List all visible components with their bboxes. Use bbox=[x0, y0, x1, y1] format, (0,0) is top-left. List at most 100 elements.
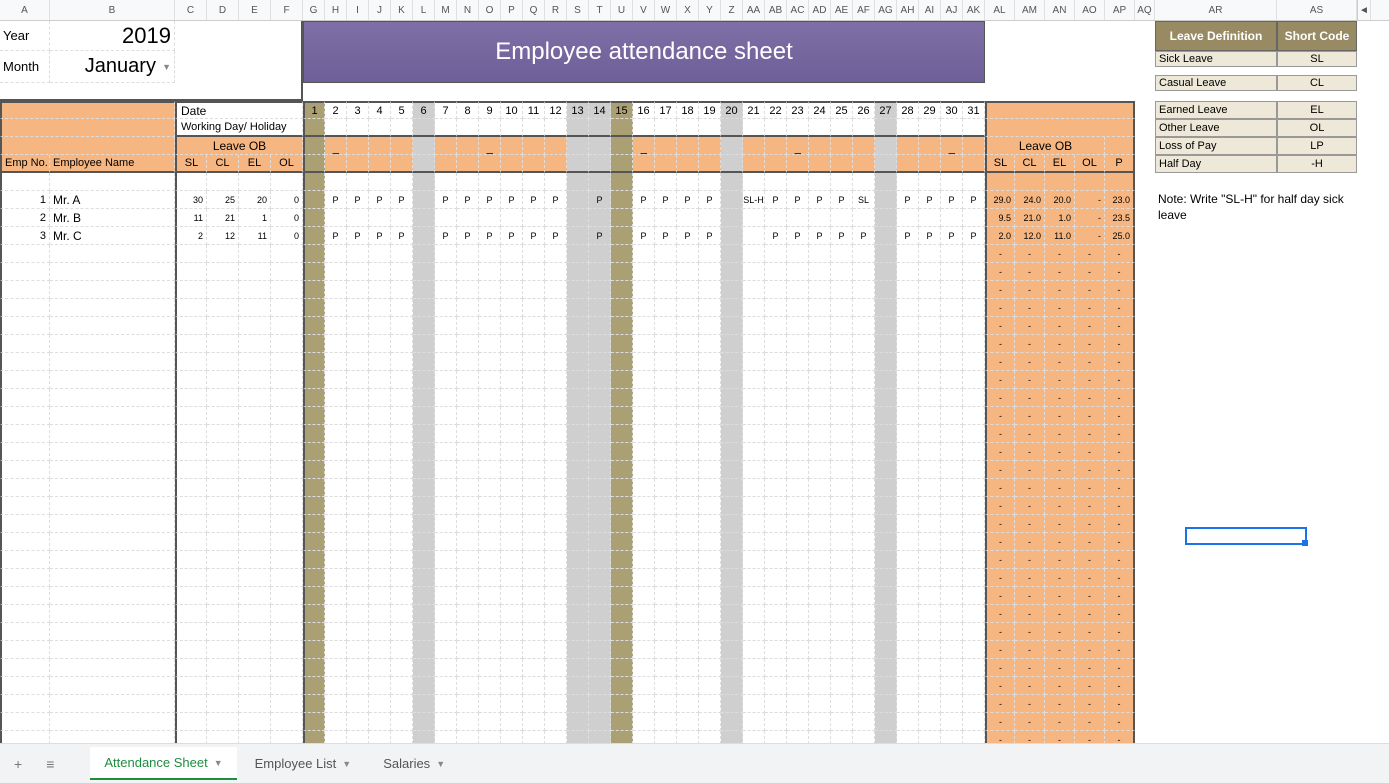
er-d-11-11[interactable] bbox=[545, 443, 567, 461]
er-d-20-25[interactable] bbox=[853, 605, 875, 623]
er-d-4-25[interactable] bbox=[853, 317, 875, 335]
er-d-23-8[interactable] bbox=[479, 659, 501, 677]
er-d-2-20[interactable] bbox=[743, 281, 765, 299]
er-d-19-14[interactable] bbox=[611, 587, 633, 605]
er-ob-27-2[interactable] bbox=[239, 731, 271, 743]
er-d-13-6[interactable] bbox=[435, 479, 457, 497]
er-d-25-23[interactable] bbox=[809, 695, 831, 713]
er-d-10-28[interactable] bbox=[919, 425, 941, 443]
er-ar-4[interactable] bbox=[1155, 317, 1277, 335]
er-ob-8-2[interactable] bbox=[239, 389, 271, 407]
er-d-3-7[interactable] bbox=[457, 299, 479, 317]
er-d-15-4[interactable] bbox=[391, 515, 413, 533]
er-d-23-1[interactable] bbox=[325, 659, 347, 677]
er-ar-26[interactable] bbox=[1155, 713, 1277, 731]
er-d-20-26[interactable] bbox=[875, 605, 897, 623]
er-d-23-5[interactable] bbox=[413, 659, 435, 677]
er-d-17-14[interactable] bbox=[611, 551, 633, 569]
emp-ob-3-0[interactable]: 2 bbox=[175, 227, 207, 245]
er-d-10-3[interactable] bbox=[369, 425, 391, 443]
er-d-1-10[interactable] bbox=[523, 263, 545, 281]
er-d-3-25[interactable] bbox=[853, 299, 875, 317]
er-ob-19-0[interactable] bbox=[175, 587, 207, 605]
er-a-26[interactable] bbox=[0, 713, 50, 731]
er-d-24-28[interactable] bbox=[919, 677, 941, 695]
col-hdr-V[interactable]: V bbox=[633, 0, 655, 20]
er-d-12-21[interactable] bbox=[765, 461, 787, 479]
er-ob-26-3[interactable] bbox=[271, 713, 303, 731]
er-d-7-0[interactable] bbox=[303, 371, 325, 389]
er-a-25[interactable] bbox=[0, 695, 50, 713]
er-d-22-19[interactable] bbox=[721, 641, 743, 659]
er-d-0-21[interactable] bbox=[765, 245, 787, 263]
er-d-13-30[interactable] bbox=[963, 479, 985, 497]
er-ob-18-2[interactable] bbox=[239, 569, 271, 587]
er-d-4-13[interactable] bbox=[589, 317, 611, 335]
er-d-25-10[interactable] bbox=[523, 695, 545, 713]
er-d-15-30[interactable] bbox=[963, 515, 985, 533]
er-d-19-20[interactable] bbox=[743, 587, 765, 605]
er-d-9-12[interactable] bbox=[567, 407, 589, 425]
er-d-17-1[interactable] bbox=[325, 551, 347, 569]
er-ar-3[interactable] bbox=[1155, 299, 1277, 317]
er-d-7-25[interactable] bbox=[853, 371, 875, 389]
er-d-3-8[interactable] bbox=[479, 299, 501, 317]
er-ob-0-3[interactable] bbox=[271, 245, 303, 263]
er-d-2-21[interactable] bbox=[765, 281, 787, 299]
er-d-7-11[interactable] bbox=[545, 371, 567, 389]
er-a-14[interactable] bbox=[0, 497, 50, 515]
er-d-24-11[interactable] bbox=[545, 677, 567, 695]
er-d-6-10[interactable] bbox=[523, 353, 545, 371]
er-d-6-23[interactable] bbox=[809, 353, 831, 371]
er-d-5-30[interactable] bbox=[963, 335, 985, 353]
er-ob-20-0[interactable] bbox=[175, 605, 207, 623]
col-hdr-AN[interactable]: AN bbox=[1045, 0, 1075, 20]
er-d-4-2[interactable] bbox=[347, 317, 369, 335]
er-d-13-26[interactable] bbox=[875, 479, 897, 497]
er-d-12-1[interactable] bbox=[325, 461, 347, 479]
col-hdr-I[interactable]: I bbox=[347, 0, 369, 20]
er-d-13-4[interactable] bbox=[391, 479, 413, 497]
er-d-2-23[interactable] bbox=[809, 281, 831, 299]
emp-att-2-10[interactable] bbox=[501, 209, 523, 227]
er-d-15-13[interactable] bbox=[589, 515, 611, 533]
er-d-16-28[interactable] bbox=[919, 533, 941, 551]
er-d-8-29[interactable] bbox=[941, 389, 963, 407]
er-d-2-9[interactable] bbox=[501, 281, 523, 299]
er-d-8-16[interactable] bbox=[655, 389, 677, 407]
er-d-2-8[interactable] bbox=[479, 281, 501, 299]
er-d-14-14[interactable] bbox=[611, 497, 633, 515]
er-d-18-12[interactable] bbox=[567, 569, 589, 587]
er-d-5-7[interactable] bbox=[457, 335, 479, 353]
er-ob-13-2[interactable] bbox=[239, 479, 271, 497]
er-d-14-6[interactable] bbox=[435, 497, 457, 515]
emp-att-2-13[interactable] bbox=[567, 209, 589, 227]
er-ob-0-2[interactable] bbox=[239, 245, 271, 263]
er-d-20-4[interactable] bbox=[391, 605, 413, 623]
er-ar-9[interactable] bbox=[1155, 407, 1277, 425]
er-as-3[interactable] bbox=[1277, 299, 1357, 317]
er-d-11-22[interactable] bbox=[787, 443, 809, 461]
er-d-27-18[interactable] bbox=[699, 731, 721, 743]
er-d-8-7[interactable] bbox=[457, 389, 479, 407]
er-d-14-5[interactable] bbox=[413, 497, 435, 515]
er-d-3-18[interactable] bbox=[699, 299, 721, 317]
er-d-27-5[interactable] bbox=[413, 731, 435, 743]
er-d-6-0[interactable] bbox=[303, 353, 325, 371]
er-ob-11-2[interactable] bbox=[239, 443, 271, 461]
er-d-18-20[interactable] bbox=[743, 569, 765, 587]
er-ob-18-3[interactable] bbox=[271, 569, 303, 587]
er-b-12[interactable] bbox=[50, 461, 175, 479]
er-d-3-23[interactable] bbox=[809, 299, 831, 317]
er-d-8-6[interactable] bbox=[435, 389, 457, 407]
er-d-26-8[interactable] bbox=[479, 713, 501, 731]
er-as-23[interactable] bbox=[1277, 659, 1357, 677]
er-d-2-22[interactable] bbox=[787, 281, 809, 299]
er-d-17-30[interactable] bbox=[963, 551, 985, 569]
er-d-6-29[interactable] bbox=[941, 353, 963, 371]
col-hdr-X[interactable]: X bbox=[677, 0, 699, 20]
er-as-4[interactable] bbox=[1277, 317, 1357, 335]
er-d-17-24[interactable] bbox=[831, 551, 853, 569]
er-d-2-13[interactable] bbox=[589, 281, 611, 299]
er-d-8-18[interactable] bbox=[699, 389, 721, 407]
